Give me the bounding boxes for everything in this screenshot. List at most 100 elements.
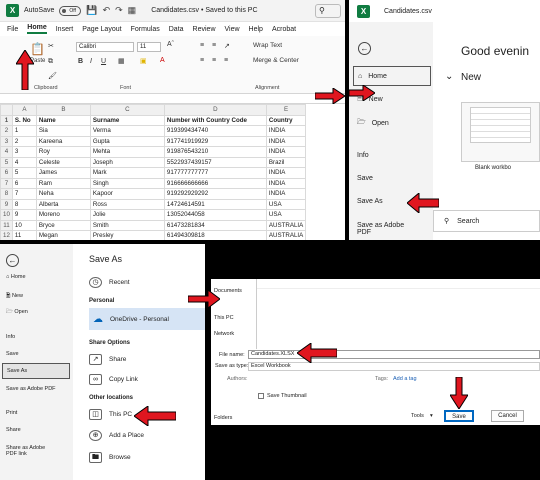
side-new[interactable]: 🗎 New	[6, 292, 23, 301]
grid-cell[interactable]: Surname	[89, 114, 165, 126]
row-header[interactable]: 3	[0, 135, 13, 147]
column-header[interactable]: B	[35, 104, 91, 116]
back-icon[interactable]: ←	[6, 254, 19, 267]
column-header[interactable]: D	[163, 104, 267, 116]
grid-cell[interactable]: 6	[11, 177, 37, 189]
grid-cell[interactable]: 61473281834	[163, 219, 267, 231]
nav-save-adobe-pdf[interactable]: Save as Adobe PDF	[357, 222, 407, 236]
grid-cell[interactable]: 919399434740	[163, 125, 267, 137]
tab-file[interactable]: File	[7, 26, 18, 33]
tab-home[interactable]: Home	[27, 24, 47, 34]
nav-network[interactable]: Network	[214, 331, 234, 337]
grid-cell[interactable]: Mark	[89, 167, 165, 179]
save-thumbnail-checkbox[interactable]	[258, 393, 264, 399]
grid-cell[interactable]: Kapoor	[89, 188, 165, 200]
grid-cell[interactable]: 916666666666	[163, 177, 267, 189]
align-middle-icon[interactable]: ≡	[212, 42, 216, 49]
font-name-select[interactable]: Calibri	[76, 42, 134, 52]
row-header[interactable]: 12	[0, 230, 13, 240]
grid-cell[interactable]: AUSTRALIA	[265, 230, 307, 240]
grid-cell[interactable]: 5	[11, 167, 37, 179]
side-info[interactable]: Info	[6, 334, 15, 340]
nav-info[interactable]: Info	[357, 152, 369, 159]
row-header[interactable]: 7	[0, 177, 13, 189]
row-header[interactable]: 2	[0, 125, 13, 137]
grid-cell[interactable]: 11	[11, 230, 37, 240]
grid-cell[interactable]: Country	[265, 114, 307, 126]
grid-cell[interactable]: 61494309818	[163, 230, 267, 240]
italic-button[interactable]: I	[90, 58, 92, 65]
grid-cell[interactable]: 13052044058	[163, 209, 267, 221]
tab-formulas[interactable]: Formulas	[131, 26, 160, 33]
chevron-down-icon[interactable]: ▾	[430, 413, 433, 419]
tab-review[interactable]: Review	[193, 26, 216, 33]
cancel-button[interactable]: Cancel	[491, 410, 524, 422]
location-add-place[interactable]: ⊕ Add a Place	[89, 430, 144, 441]
format-painter-icon[interactable]: 🖌	[48, 72, 57, 80]
redo-icon[interactable]: ↷	[115, 5, 123, 16]
grid-cell[interactable]: Gupta	[89, 135, 165, 147]
grid-cell[interactable]: 5522937439157	[163, 156, 267, 168]
side-save-adobe-pdf[interactable]: Save as Adobe PDF	[6, 386, 56, 392]
back-icon[interactable]: ←	[358, 42, 371, 55]
grid-cell[interactable]: 7	[11, 188, 37, 200]
grid-cell[interactable]: Joseph	[89, 156, 165, 168]
grid-cell[interactable]: Verma	[89, 125, 165, 137]
grid-cell[interactable]: 919292929292	[163, 188, 267, 200]
select-all-corner[interactable]	[0, 104, 13, 116]
search-input[interactable]: ⚲ Search	[433, 210, 540, 232]
tab-help[interactable]: Help	[249, 26, 263, 33]
grid-cell[interactable]: INDIA	[265, 135, 307, 147]
side-save[interactable]: Save	[6, 351, 19, 357]
grid-cell[interactable]: 917777777777	[163, 167, 267, 179]
side-save-as[interactable]: Save As	[2, 363, 70, 379]
grid-cell[interactable]: 14724614591	[163, 198, 267, 210]
grid-cell[interactable]: INDIA	[265, 167, 307, 179]
grid-cell[interactable]: 4	[11, 156, 37, 168]
save-icon[interactable]: 💾	[86, 5, 97, 16]
undo-icon[interactable]: ↶	[103, 5, 111, 16]
save-button[interactable]: Save	[444, 410, 474, 422]
grid-cell[interactable]: INDIA	[265, 125, 307, 137]
row-header[interactable]: 5	[0, 156, 13, 168]
borders-icon[interactable]: ▦	[118, 57, 125, 65]
nav-this-pc[interactable]: This PC	[214, 315, 234, 321]
grid-cell[interactable]: Celeste	[35, 156, 91, 168]
option-copy-link[interactable]: ∞ Copy Link	[89, 374, 138, 385]
nav-save-as[interactable]: Save As	[357, 198, 383, 205]
align-center-icon[interactable]: ≡	[212, 57, 216, 64]
grid-cell[interactable]: Number with Country Code	[163, 114, 267, 126]
column-header[interactable]: A	[11, 104, 37, 116]
side-share[interactable]: Share	[6, 427, 21, 433]
tab-view[interactable]: View	[225, 26, 240, 33]
grid-cell[interactable]: Bryce	[35, 219, 91, 231]
merge-center-button[interactable]: Merge & Center	[253, 57, 299, 64]
side-share-adobe-link[interactable]: Share as Adobe PDF link	[6, 445, 50, 457]
location-onedrive[interactable]: ☁ OneDrive - Personal	[89, 308, 205, 330]
nav-home[interactable]: ⌂ Home	[353, 66, 431, 86]
autosave-toggle[interactable]: Off	[59, 5, 82, 16]
wrap-text-button[interactable]: Wrap Text	[253, 42, 282, 49]
orientation-icon[interactable]: ↗	[224, 42, 230, 50]
row-header[interactable]: 4	[0, 146, 13, 158]
side-open[interactable]: 🗁 Open	[6, 308, 28, 317]
align-left-icon[interactable]: ≡	[200, 57, 204, 64]
grid-cell[interactable]: INDIA	[265, 188, 307, 200]
grid-cell[interactable]: Ross	[89, 198, 165, 210]
column-header[interactable]: E	[265, 104, 307, 116]
row-header[interactable]: 9	[0, 198, 13, 210]
grid-cell[interactable]: 2	[11, 135, 37, 147]
row-header[interactable]: 11	[0, 219, 13, 231]
column-header[interactable]: C	[89, 104, 165, 116]
side-print[interactable]: Print	[6, 410, 17, 416]
grid-cell[interactable]: 9	[11, 209, 37, 221]
grid-cell[interactable]: INDIA	[265, 177, 307, 189]
chevron-down-icon[interactable]: ⌄	[445, 71, 453, 82]
file-list-area[interactable]	[257, 279, 540, 289]
grid-cell[interactable]: AUSTRALIA	[265, 219, 307, 231]
grid-cell[interactable]: 917741919929	[163, 135, 267, 147]
grid-cell[interactable]: Brazil	[265, 156, 307, 168]
align-right-icon[interactable]: ≡	[224, 57, 228, 64]
grid-cell[interactable]: Neha	[35, 188, 91, 200]
increase-font-icon[interactable]: Aˆ	[167, 41, 174, 48]
